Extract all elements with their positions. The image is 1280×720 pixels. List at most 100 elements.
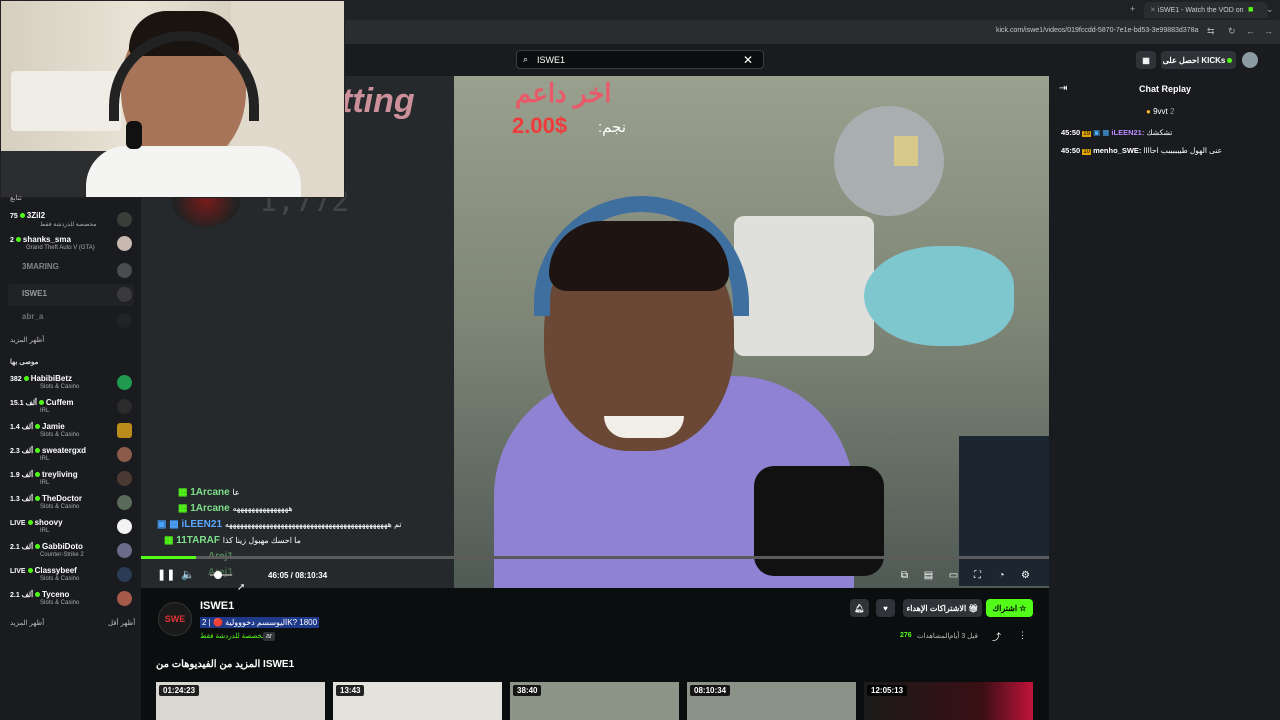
sidebar-item-shoovy[interactable]: LIVE shoovy IRL (8, 517, 134, 539)
overlay-amount: 2.00$ (512, 113, 568, 138)
get-kicks-button[interactable]: احصل على KICKs (1161, 51, 1236, 69)
show-more-following[interactable]: أظهر المزيد (10, 336, 44, 344)
sidebar-item-shanks-sma[interactable]: 2 shanks_sma Grand Theft Auto V (GTA) (8, 234, 134, 256)
overlay-chat-line: ▦ 11TARAF ما احسك مهبول زينا كذا (164, 535, 301, 546)
sidebar-item-cuffem[interactable]: 15.1 ألف Cuffem IRL (8, 397, 134, 419)
video-thumbnail[interactable]: 08:10:34 (687, 682, 856, 720)
avatar (117, 447, 132, 462)
back-icon[interactable]: ← (1246, 26, 1255, 36)
views-count: 276 (900, 632, 912, 639)
subscribe-button[interactable]: اشتراك ☆ (986, 599, 1033, 617)
overlay-star-label: :نجم (598, 119, 627, 136)
following-header: تتابع (10, 195, 22, 202)
pause-icon[interactable]: ❚❚ (157, 569, 175, 582)
url-text[interactable]: kick.com/iswe1/videos/019fccdd-5870-7e1e… (996, 27, 1198, 34)
avatar (117, 212, 132, 227)
forward-icon[interactable]: → (1264, 26, 1273, 36)
picture-in-picture-icon[interactable]: ⧉ (898, 569, 911, 582)
stream-title: اليوسسم دخووولية 🔴 | 2K? 1800 (200, 617, 320, 628)
overlay-chat-line: ▣ ▦ iLEEN21 تم ههههههههههههههههههههههههه… (157, 519, 402, 530)
volume-handle[interactable] (214, 571, 222, 579)
more-videos-heading: المزيد من الفيديوهات من ISWE1 (156, 659, 295, 670)
avatar (117, 287, 132, 302)
clip-icon[interactable]: ▤ (922, 569, 935, 582)
show-less-recommended[interactable]: أظهر أقل (108, 619, 135, 627)
store-icon[interactable]: ▦ (1136, 51, 1156, 69)
sidebar-item-jamie[interactable]: 1.4 ألف Jamie Slots & Casino (8, 421, 134, 443)
sidebar-item-iswe1[interactable]: ISWE1 (8, 284, 134, 306)
overlay-chat-line: ▦ 1Arcane عا (178, 487, 240, 498)
sidebar-item-tyceno[interactable]: 2.1 ألف Tyceno Slots & Casino (8, 589, 134, 611)
avatar (117, 313, 132, 328)
sidebar-item-treyliving[interactable]: 1.9 ألف treyliving IRL (8, 469, 134, 491)
volume-icon[interactable]: 🔈 (181, 569, 195, 582)
gift-subs-button[interactable]: الاشتراكات الإهداء 🎁︎ (903, 599, 982, 617)
video-thumbnail[interactable]: 12:05:13 (864, 682, 1033, 720)
video-thumbnail[interactable]: 13:43 (333, 682, 502, 720)
chat-message: 45:50 19 ▣ ▦ iLEEN21: تشكشك (1061, 128, 1173, 137)
webcam-overlay (0, 0, 345, 198)
seek-bar-progress (141, 556, 196, 559)
streamer-camera (454, 76, 1049, 588)
avatar (117, 423, 132, 438)
show-more-recommended[interactable]: أظهر المزيد (10, 619, 44, 627)
collapse-chat-icon[interactable]: ⇥ (1059, 83, 1067, 94)
sidebar-item-thedoctor[interactable]: 1.3 ألف TheDoctor Slots & Casino (8, 493, 134, 515)
chat-message: 45:50 10 menho_SWE: عنى الهول طيبببببب ا… (1061, 146, 1223, 155)
views-label: المشاهدات (917, 633, 950, 640)
video-thumbnail[interactable]: 38:40 (510, 682, 679, 720)
published-ago: قبل 3 أيام (949, 633, 978, 640)
sidebar-item-3zil2[interactable]: 75 3Zil2 مخصصة للدردشة فقط (8, 210, 134, 232)
sidebar-item-classybeef[interactable]: LIVE Classybeef Slots & Casino (8, 565, 134, 587)
avatar (117, 471, 132, 486)
overlay-top-title: اخر داعم (515, 78, 612, 108)
sidebar-item-habibibetz[interactable]: 382 HabibiBetz Slots & Casino (8, 373, 134, 395)
mouse-cursor-icon: ➚ (237, 582, 246, 593)
settings-icon[interactable]: ⚙ (1019, 569, 1032, 582)
sidebar-item-3maring[interactable]: 3MARING (8, 261, 134, 283)
sidebar-item-sweatergxd[interactable]: 2.3 ألف sweatergxd IRL (8, 445, 134, 467)
seek-bar[interactable] (141, 556, 1049, 559)
avatar (117, 375, 132, 390)
avatar (117, 263, 132, 278)
kick-favicon-icon: ■ (1248, 4, 1254, 14)
new-tab-icon[interactable]: + (1130, 4, 1135, 14)
avatar (117, 495, 132, 510)
user-avatar[interactable] (1242, 52, 1258, 68)
speed-icon[interactable]: ◔ (995, 569, 1008, 582)
follow-heart-icon[interactable]: ♥ (876, 599, 895, 617)
avatar (117, 236, 132, 251)
channel-avatar[interactable]: SWE (158, 602, 192, 636)
overlay-chat-line: ▦ 1Arcane هههههههههههههههه (178, 503, 293, 514)
time-display: 46:05 / 08:10:34 (268, 571, 328, 580)
avatar (117, 399, 132, 414)
overlay-corner-text: tting (341, 82, 415, 120)
tab-menu-icon[interactable]: ⌄ (1266, 4, 1274, 15)
extensions-icon[interactable]: ⇆ (1207, 26, 1215, 37)
search-input[interactable]: ⌕ ISWE1 ✕ (516, 50, 764, 69)
recommended-header: موصى بها (10, 359, 39, 366)
search-value: ISWE1 (537, 55, 566, 65)
avatar (117, 543, 132, 558)
video-thumbnail[interactable]: 01:24:23 (156, 682, 325, 720)
avatar (117, 567, 132, 582)
more-options-icon[interactable]: ⋮ (1018, 630, 1027, 641)
chat-title: Chat Replay (1139, 84, 1192, 94)
sidebar-item-gabbidoto[interactable]: 2.1 ألف GabbiDoto Counter-Strike 2 (8, 541, 134, 563)
avatar (117, 591, 132, 606)
reload-icon[interactable]: ↻ (1228, 26, 1236, 37)
category-link[interactable]: مخصصة للدردشة فقط (200, 632, 266, 640)
notification-bell-icon[interactable]: 🔔︎ (850, 599, 869, 617)
clear-search-icon[interactable]: ✕ (743, 53, 753, 67)
share-icon[interactable]: ⤴ (992, 630, 1001, 643)
avatar (117, 519, 132, 534)
fullscreen-icon[interactable]: ⛶ (971, 569, 984, 582)
language-badge: ar (263, 632, 276, 641)
left-sidebar: تتابع 75 3Zil2 مخصصة للدردشة فقط 2 shanks_… (0, 195, 141, 720)
theater-mode-icon[interactable]: ▭ (947, 569, 960, 582)
search-icon: ⌕ (523, 54, 529, 64)
channel-name[interactable]: ISWE1 (200, 600, 234, 612)
pinned-user: ● 9vvt 2 (1146, 107, 1175, 116)
sidebar-item-abr-a[interactable]: abr_a (8, 311, 134, 333)
chat-panel: ⇥ Chat Replay ● 9vvt 2 45:50 19 ▣ ▦ iLEE… (1049, 76, 1280, 720)
